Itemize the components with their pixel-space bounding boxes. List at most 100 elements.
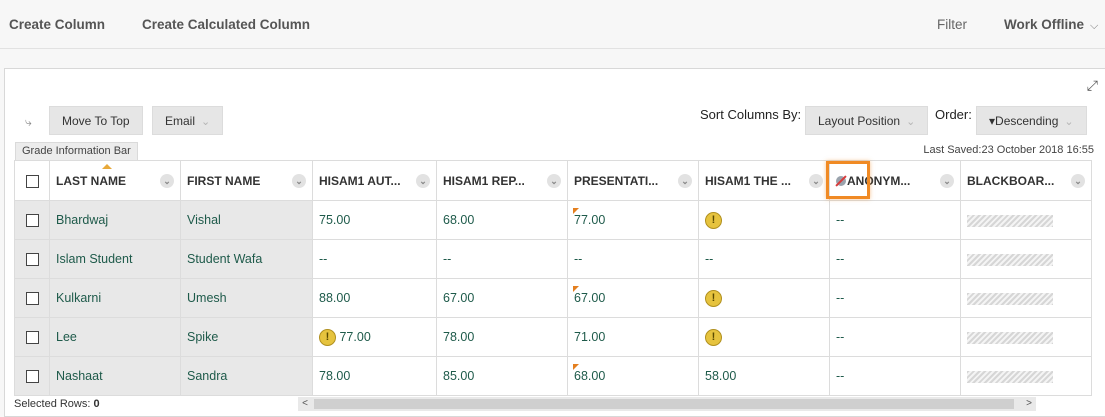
column-header-anonymous[interactable]: ANONYM... ⌄ <box>829 160 961 201</box>
grade-cell[interactable]: 78.00 <box>436 317 568 357</box>
first-name-cell[interactable]: Umesh <box>180 278 313 318</box>
column-label: FIRST NAME <box>187 173 261 188</box>
last-name-cell[interactable]: Nashaat <box>49 356 181 396</box>
row-checkbox[interactable] <box>25 292 39 306</box>
row-checkbox[interactable] <box>25 214 39 228</box>
row-checkbox-cell[interactable] <box>14 317 50 357</box>
chevron-down-icon[interactable]: ⌄ <box>809 174 823 188</box>
email-menu[interactable]: Email ⌄ <box>152 106 224 135</box>
grade-cell[interactable]: 68.00 <box>436 200 568 240</box>
row-checkbox-cell[interactable] <box>14 200 50 240</box>
grade-cell[interactable]: 58.00 <box>698 356 830 396</box>
chevron-down-icon: ⌄ <box>201 116 211 128</box>
grade-cell[interactable]: -- <box>829 239 961 279</box>
grade-cell[interactable]: -- <box>829 317 961 357</box>
grade-cell[interactable] <box>960 356 1092 396</box>
horizontal-scrollbar[interactable]: < > <box>298 397 1036 411</box>
select-all-checkbox-cell[interactable] <box>14 160 50 201</box>
last-name-cell[interactable]: Islam Student <box>49 239 181 279</box>
scroll-left-icon[interactable]: < <box>298 397 312 411</box>
filter-button[interactable]: Filter <box>937 17 967 32</box>
column-header-hisam1-the[interactable]: HISAM1 THE ... ⌄ <box>698 160 830 201</box>
row-checkbox-cell[interactable] <box>14 239 50 279</box>
grade-cell[interactable]: ! 77.00 <box>312 317 437 357</box>
grade-cell[interactable]: ! <box>698 278 830 318</box>
last-name-cell[interactable]: Kulkarni <box>49 278 181 318</box>
last-saved-text: Last Saved:23 October 2018 16:55 <box>923 144 1094 156</box>
row-checkbox[interactable] <box>25 253 39 267</box>
header-row: LAST NAME ⌄ FIRST NAME ⌄ HISAM1 AUT... ⌄ HI… <box>14 160 1092 201</box>
first-name-cell[interactable]: Vishal <box>180 200 313 240</box>
selected-arrow-icon: ⤷ <box>25 115 32 129</box>
scrollbar-thumb[interactable] <box>314 399 1014 409</box>
chevron-down-icon[interactable]: ⌄ <box>547 174 561 188</box>
scroll-right-icon[interactable]: > <box>1022 397 1036 411</box>
grade-cell[interactable]: ! <box>698 317 830 357</box>
email-label: Email <box>165 114 196 128</box>
work-offline-label: Work Offline <box>1004 17 1085 32</box>
grade-cell[interactable]: -- <box>829 200 961 240</box>
create-calculated-column-button[interactable]: Create Calculated Column <box>142 17 310 32</box>
chevron-down-icon[interactable]: ⌄ <box>678 174 692 188</box>
grade-cell[interactable]: 67.00 <box>567 278 699 318</box>
first-name-cell[interactable]: Student Wafa <box>180 239 313 279</box>
grade-cell[interactable] <box>960 200 1092 240</box>
last-name-cell[interactable]: Lee <box>49 317 181 357</box>
selected-rows-label: Selected Rows: <box>14 398 91 410</box>
expand-icon[interactable]: ⤢ <box>1087 77 1098 94</box>
column-header-first-name[interactable]: FIRST NAME ⌄ <box>180 160 313 201</box>
grade-cell[interactable] <box>960 278 1092 318</box>
table-row: Islam Student Student Wafa -- -- -- -- -… <box>14 239 1092 279</box>
grade-cell[interactable] <box>960 239 1092 279</box>
chevron-down-icon[interactable]: ⌄ <box>1071 174 1085 188</box>
grade-cell[interactable]: 78.00 <box>312 356 437 396</box>
column-header-last-name[interactable]: LAST NAME ⌄ <box>49 160 181 201</box>
top-toolbar: Create Column Create Calculated Column F… <box>0 0 1105 49</box>
grade-cell[interactable] <box>960 317 1092 357</box>
grade-cell[interactable]: -- <box>829 278 961 318</box>
first-name-cell[interactable]: Spike <box>180 317 313 357</box>
move-to-top-button[interactable]: Move To Top <box>49 106 143 135</box>
column-label: HISAM1 AUT... <box>319 173 401 188</box>
grade-value: 77.00 <box>339 329 371 344</box>
row-checkbox[interactable] <box>25 331 39 345</box>
first-name-cell[interactable]: Sandra <box>180 356 313 396</box>
grade-cell[interactable]: 88.00 <box>312 278 437 318</box>
chevron-down-icon[interactable]: ⌄ <box>416 174 430 188</box>
row-checkbox-cell[interactable] <box>14 278 50 318</box>
grade-cell[interactable]: 85.00 <box>436 356 568 396</box>
sort-columns-label: Sort Columns By: <box>700 107 802 122</box>
column-label: PRESENTATI... <box>574 173 659 188</box>
column-header-presentation[interactable]: PRESENTATI... ⌄ <box>567 160 699 201</box>
grade-cell[interactable]: 77.00 <box>567 200 699 240</box>
grade-cell[interactable]: -- <box>436 239 568 279</box>
not-applicable-pattern <box>967 253 1053 266</box>
grade-cell[interactable]: ! <box>698 200 830 240</box>
row-checkbox-cell[interactable] <box>14 356 50 396</box>
grade-cell[interactable]: 71.00 <box>567 317 699 357</box>
grade-cell[interactable]: -- <box>698 239 830 279</box>
grade-cell[interactable]: 67.00 <box>436 278 568 318</box>
grade-cell[interactable]: 68.00 <box>567 356 699 396</box>
sort-columns-select[interactable]: Layout Position ⌄ <box>805 106 929 135</box>
table-row: Kulkarni Umesh 88.00 67.00 67.00 ! -- <box>14 278 1092 318</box>
chevron-down-icon[interactable]: ⌄ <box>160 174 174 188</box>
last-name-cell[interactable]: Bhardwaj <box>49 200 181 240</box>
grade-cell[interactable]: -- <box>829 356 961 396</box>
column-header-hisam1-rep[interactable]: HISAM1 REP... ⌄ <box>436 160 568 201</box>
grade-value: 67.00 <box>574 291 606 305</box>
chevron-down-icon[interactable]: ⌄ <box>940 174 954 188</box>
order-select[interactable]: ▾Descending ⌄ <box>976 106 1087 135</box>
work-offline-menu[interactable]: Work Offline ⌵ <box>1004 17 1098 33</box>
select-all-checkbox[interactable] <box>25 174 39 188</box>
create-column-button[interactable]: Create Column <box>9 17 105 32</box>
grade-cell[interactable]: -- <box>567 239 699 279</box>
grade-cell[interactable]: -- <box>312 239 437 279</box>
chevron-down-icon[interactable]: ⌄ <box>292 174 306 188</box>
column-header-hisam1-aut[interactable]: HISAM1 AUT... ⌄ <box>312 160 437 201</box>
not-applicable-pattern <box>967 292 1053 305</box>
grade-cell[interactable]: 75.00 <box>312 200 437 240</box>
row-checkbox[interactable] <box>25 370 39 384</box>
column-header-blackboard[interactable]: BLACKBOAR... ⌄ <box>960 160 1092 201</box>
needs-grading-icon: ! <box>705 289 722 307</box>
